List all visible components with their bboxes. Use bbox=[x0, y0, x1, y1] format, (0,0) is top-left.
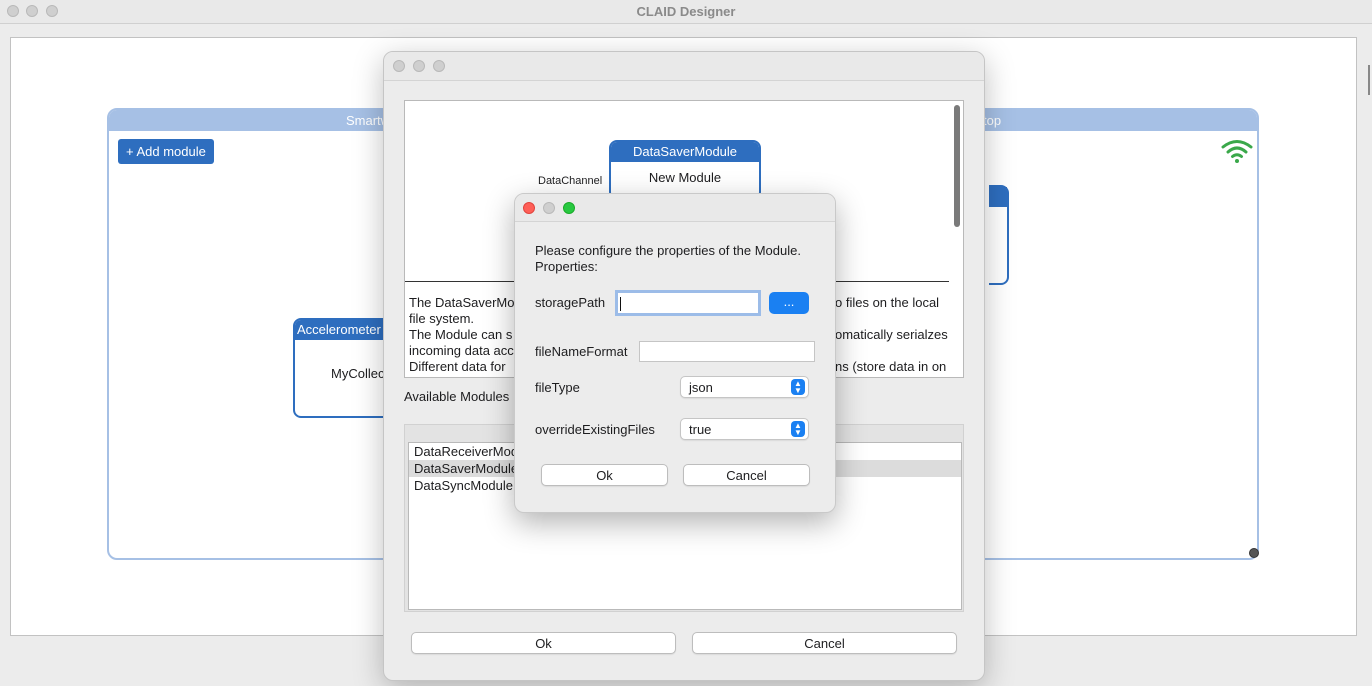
text-caret bbox=[620, 296, 621, 311]
file-name-format-label: fileNameFormat bbox=[535, 344, 628, 359]
override-existing-files-select[interactable]: true ▲ ▼ bbox=[680, 418, 809, 440]
module-node-partial[interactable] bbox=[989, 185, 1009, 285]
preview-scrollbar[interactable] bbox=[954, 105, 960, 227]
preview-module-name: DataSaverModule bbox=[611, 142, 759, 162]
preview-module-node: DataSaverModule New Module bbox=[609, 140, 761, 200]
ok-button[interactable]: Ok bbox=[541, 464, 668, 486]
description-line bbox=[835, 343, 948, 359]
file-name-format-input[interactable] bbox=[639, 341, 815, 362]
storage-path-input[interactable] bbox=[615, 290, 761, 316]
intro-text: Please configure the properties of the M… bbox=[535, 243, 801, 258]
module-node-header bbox=[989, 187, 1007, 207]
minimize-dialog-button[interactable] bbox=[543, 202, 555, 214]
file-type-value: json bbox=[689, 380, 713, 395]
override-value: true bbox=[689, 422, 712, 437]
resize-handle[interactable] bbox=[1249, 548, 1259, 558]
cancel-button[interactable]: Cancel bbox=[683, 464, 810, 486]
channel-label: DataChannel bbox=[538, 175, 603, 187]
accelerometer-module-node[interactable]: Accelerometer MyCollec bbox=[293, 318, 393, 418]
file-type-select[interactable]: json ▲ ▼ bbox=[680, 376, 809, 398]
description-line bbox=[835, 311, 948, 327]
dialog-titlebar bbox=[384, 52, 984, 81]
cancel-button[interactable]: Cancel bbox=[692, 632, 957, 654]
override-existing-files-label: overrideExistingFiles bbox=[535, 422, 655, 437]
chevron-updown-icon: ▲ ▼ bbox=[791, 421, 805, 437]
window-title: CLAID Designer bbox=[636, 4, 736, 19]
device-header-label-right: top bbox=[983, 113, 1002, 128]
chevron-updown-icon: ▲ ▼ bbox=[791, 379, 805, 395]
module-node-body: MyCollec bbox=[331, 366, 385, 381]
properties-label: Properties: bbox=[535, 259, 598, 274]
storage-path-label: storagePath bbox=[535, 295, 606, 310]
wifi-icon bbox=[1221, 140, 1253, 163]
description-line: omatically serialzes bbox=[835, 327, 948, 342]
minimize-dialog-button[interactable] bbox=[413, 60, 425, 72]
scrollbar[interactable] bbox=[1368, 65, 1370, 95]
file-type-label: fileType bbox=[535, 380, 580, 395]
close-dialog-button[interactable] bbox=[523, 202, 535, 214]
module-properties-dialog: Please configure the properties of the M… bbox=[514, 193, 836, 513]
browse-button[interactable]: ... bbox=[769, 292, 809, 314]
description-line: o files on the local bbox=[835, 295, 940, 310]
zoom-dialog-button[interactable] bbox=[433, 60, 445, 72]
module-node-header: Accelerometer bbox=[295, 320, 391, 340]
dialog-titlebar bbox=[515, 194, 835, 222]
close-dialog-button[interactable] bbox=[393, 60, 405, 72]
module-description-right: o files on the local omatically serialze… bbox=[835, 295, 948, 375]
zoom-dialog-button[interactable] bbox=[563, 202, 575, 214]
main-titlebar: CLAID Designer bbox=[0, 0, 1372, 24]
preview-module-body: New Module bbox=[648, 170, 722, 185]
available-modules-label: Available Modules bbox=[404, 389, 510, 404]
description-line: ns (store data in on bbox=[835, 359, 947, 374]
add-module-button[interactable]: + Add module bbox=[118, 139, 214, 164]
ok-button[interactable]: Ok bbox=[411, 632, 676, 654]
